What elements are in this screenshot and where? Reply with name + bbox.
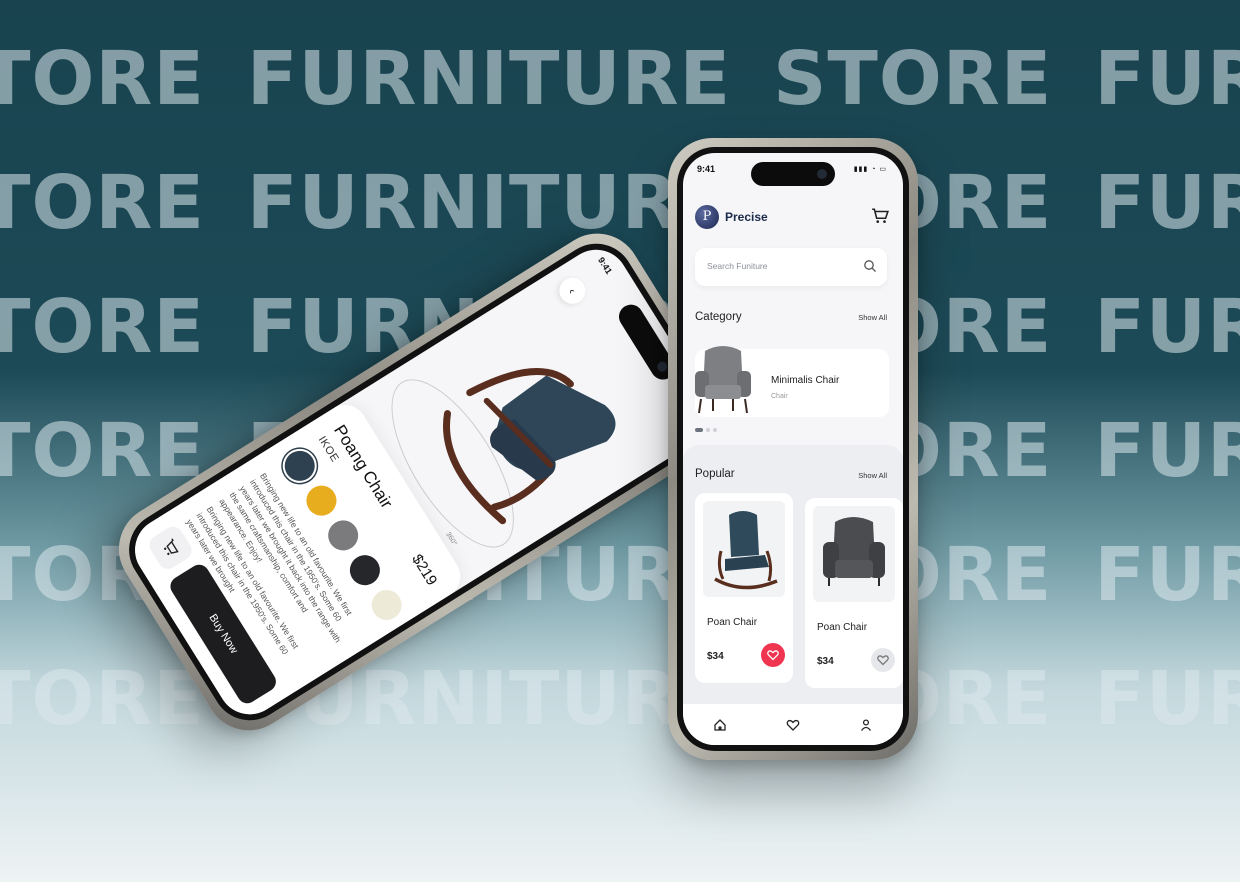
favorite-button[interactable] — [761, 643, 785, 667]
color-swatch[interactable] — [300, 479, 343, 522]
popular-title: Popular — [695, 468, 735, 480]
dynamic-island — [751, 162, 835, 186]
cart-icon — [164, 538, 179, 556]
heart-icon[interactable] — [786, 718, 800, 732]
status-time: 9:41 — [697, 164, 716, 174]
user-icon[interactable] — [859, 718, 873, 732]
color-swatch[interactable] — [365, 584, 408, 626]
product-price: $34 — [707, 651, 724, 662]
cart-icon[interactable] — [871, 207, 889, 225]
carousel-pager — [695, 428, 717, 432]
popular-show-all-link[interactable]: Show All — [858, 471, 887, 480]
heart-icon — [877, 655, 889, 666]
color-swatch[interactable] — [322, 514, 364, 557]
recliner-image — [823, 517, 885, 586]
search-placeholder: Search Funiture — [707, 261, 768, 271]
category-card[interactable]: Minimalis Chair Chair — [695, 346, 889, 417]
category-show-all-link[interactable]: Show All — [858, 313, 887, 322]
app-header: P Precise — [695, 203, 889, 233]
color-swatch[interactable] — [279, 445, 321, 487]
home-phone-mockup: 9:41 ▮▮▮ ◔ ▭ P Precise Search Funiture C… — [668, 138, 918, 760]
product-price: $219 — [408, 551, 441, 589]
app-name: Precise — [725, 210, 768, 224]
favorite-button[interactable] — [871, 648, 895, 672]
brand-logo: P — [695, 205, 719, 229]
category-title: Category — [695, 311, 742, 323]
search-input[interactable]: Search Funiture — [695, 248, 887, 286]
rocking-chair-image — [714, 511, 778, 590]
home-icon[interactable] — [713, 718, 727, 732]
search-icon — [864, 260, 876, 272]
product-name: Poan Chair — [707, 617, 758, 628]
signal-icon: ▮▮▮ ◔ ▭ — [853, 166, 887, 173]
rotation-label: 360° — [444, 531, 458, 548]
home-screen: 9:41 ▮▮▮ ◔ ▭ P Precise Search Funiture C… — [683, 153, 903, 745]
wordmark-row: TOREFURNITURESTOREFURN — [0, 36, 1240, 122]
armchair-image — [695, 346, 751, 414]
status-time: 9:41 — [596, 255, 615, 276]
color-swatch[interactable] — [344, 549, 386, 591]
bottom-tab-bar — [683, 703, 903, 745]
product-price: $34 — [817, 656, 834, 667]
category-item-name: Minimalis Chair — [771, 375, 840, 386]
category-item-type: Chair — [771, 393, 788, 400]
heart-icon — [767, 650, 779, 661]
product-image — [813, 506, 895, 602]
product-name: Poan Chair — [817, 622, 868, 633]
product-image — [703, 501, 785, 597]
product-card[interactable]: Poan Chair $34 — [805, 498, 903, 688]
product-card[interactable]: Poan Chair $34 — [695, 493, 793, 683]
